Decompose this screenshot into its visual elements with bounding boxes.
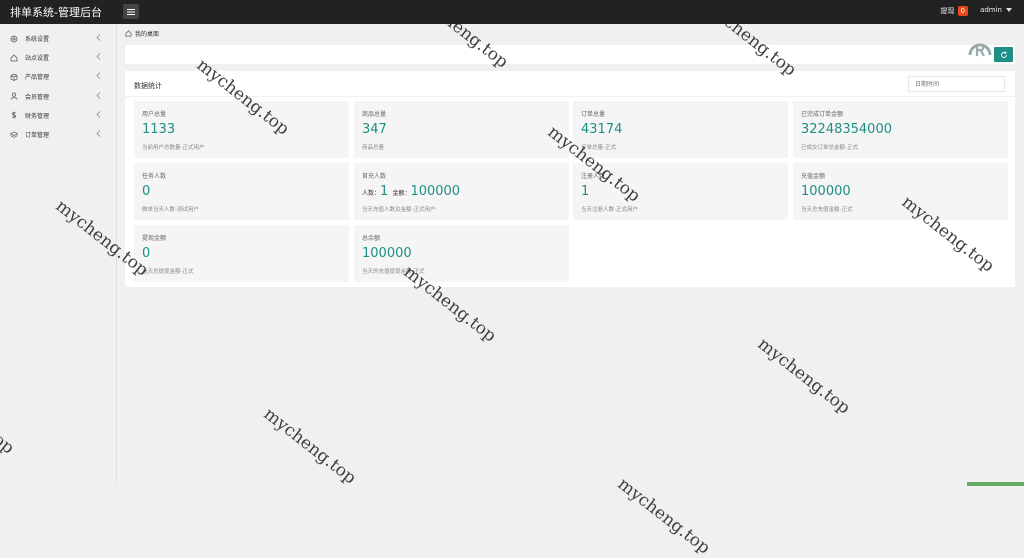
withdraw-count-badge: 0 [957,6,968,16]
app-title: 排单系统-管理后台 [10,6,102,19]
sidebar-item-members[interactable]: 会员管理 [0,87,116,106]
stat-card-product-total: 商品总量 347 商品总量 [354,101,569,158]
r-logo-icon [968,43,992,57]
stat-card-order-total: 订单总量 43174 订单总量-正式 [573,101,788,158]
stat-card-total-balance: 总余额 100000 当天的充值提现余额-正式 [354,225,569,282]
chevron-left-icon [96,130,101,137]
user-icon [10,92,18,100]
card-value-group: 人数：1 金额：100000 [362,184,460,199]
card-note: 做单当天人数-测试用户 [142,207,199,213]
card-value: 43174 [581,122,623,137]
card-title: 任务人数 [142,173,167,180]
card-value: 347 [362,122,387,137]
card-title: 商品总量 [362,111,387,118]
corner-widget[interactable] [967,482,1024,486]
panel-title: 数据统计 [134,82,162,90]
card-title: 提现金额 [142,235,167,242]
stat-card-user-total: 用户总量 1133 当前用户总数量-正式用户 [134,101,349,158]
sidebar-item-finance[interactable]: 财务管理 [0,106,116,125]
card-title: 首充人数 [362,173,387,180]
breadcrumb[interactable]: 我的桌面 [125,29,159,38]
card-title: 充值金额 [801,173,826,180]
card-value: 100000 [801,184,851,199]
card-title: 用户总量 [142,111,167,118]
date-picker-input[interactable] [908,76,1005,92]
card-title: 已完成订单金额 [801,111,844,118]
refresh-button[interactable] [994,47,1013,62]
sidebar-item-system-settings[interactable]: 系统设置 [0,29,116,48]
stat-card-task-users: 任务人数 0 做单当天人数-测试用户 [134,163,349,220]
user-menu[interactable]: admin [980,6,1012,14]
people-count: 1 [380,184,389,199]
card-value: 0 [142,246,151,261]
home-icon [125,30,132,37]
chevron-left-icon [96,91,101,99]
stat-card-completed-amount: 已完成订单金额 32248354000 已成交订单总金额-正式 [793,101,1008,158]
withdraw-notice-label: 提现 [940,7,955,15]
sidebar-item-orders[interactable]: 订单管理 [0,125,116,144]
card-note: 商品总量 [362,145,385,151]
home-icon [10,54,18,62]
amount-label: 金额： [392,190,411,197]
layers-icon [10,131,18,139]
stat-card-withdraw-amount: 提现金额 0 当天总提现金额-正式 [134,225,349,282]
card-title: 订单总量 [581,111,606,118]
card-value: 1133 [142,122,176,137]
breadcrumb-home: 我的桌面 [135,31,160,38]
stat-card-first-recharge: 首充人数 人数：1 金额：100000 当天充值人数及金额-正式用户 [354,163,569,220]
sidebar-item-label: 产品管理 [25,74,50,82]
card-value: 100000 [362,246,412,261]
card-note: 当天充值人数及金额-正式用户 [362,207,436,213]
card-title: 总余额 [362,235,381,242]
sidebar-item-label: 系统设置 [25,36,50,44]
card-note: 当天注册人数-正式用户 [581,207,638,213]
chevron-left-icon [96,110,101,118]
card-note: 当前用户总数量-正式用户 [142,145,205,151]
sidebar-item-label: 财务管理 [25,112,50,120]
sidebar-item-label: 站点设置 [25,55,50,63]
sidebar-item-products[interactable]: 产品管理 [0,67,116,86]
card-value: 32248354000 [801,122,892,137]
card-note: 当天的充值提现余额-正式 [362,269,425,275]
chevron-left-icon [96,34,101,41]
card-value: 1 [581,184,590,199]
stat-card-recharge-amount: 充值金额 100000 当天总充值金额-正式 [793,163,1008,220]
sidebar-item-label: 会员管理 [25,93,50,101]
dollar-icon [10,111,18,119]
panel-divider [125,96,1015,97]
box-icon [10,73,18,81]
sidebar: 系统设置 站点设置 产品管理 会员管理 财务管理 订单管理 [0,24,117,486]
hamburger-icon [127,8,135,15]
card-note: 当天总提现金额-正式 [142,269,194,275]
menu-toggle-button[interactable] [123,4,139,19]
card-title: 注册人数 [581,173,606,180]
caret-down-icon [1006,8,1012,12]
stat-card-registrations: 注册人数 1 当天注册人数-正式用户 [573,163,788,220]
withdraw-notice[interactable]: 提现 0 [941,6,968,16]
refresh-icon [1000,50,1007,58]
stats-panel: 数据统计 用户总量 1133 当前用户总数量-正式用户 商品总量 347 商品总… [125,71,1015,287]
user-name: admin [980,6,1002,14]
card-note: 已成交订单总金额-正式 [801,145,858,151]
sidebar-item-site-settings[interactable]: 站点设置 [0,48,116,67]
watermark-text: mycheng.top [753,334,854,419]
card-note: 当天总充值金额-正式 [801,207,853,213]
card-value: 0 [142,184,151,199]
card-note: 订单总量-正式 [581,145,616,151]
page-toolbar [125,45,1015,64]
sidebar-item-label: 订单管理 [25,132,50,140]
breadcrumb-bar: 我的桌面 [118,24,1024,43]
chevron-left-icon [96,53,101,60]
people-label: 人数： [362,190,381,197]
watermark-text: mycheng.top [613,474,714,558]
amount-value: 100000 [410,184,461,199]
top-bar: 排单系统-管理后台 提现 0 admin [0,0,1024,24]
chevron-left-icon [96,72,101,80]
watermark-text: mycheng.top [259,404,360,489]
gear-icon [10,35,18,43]
